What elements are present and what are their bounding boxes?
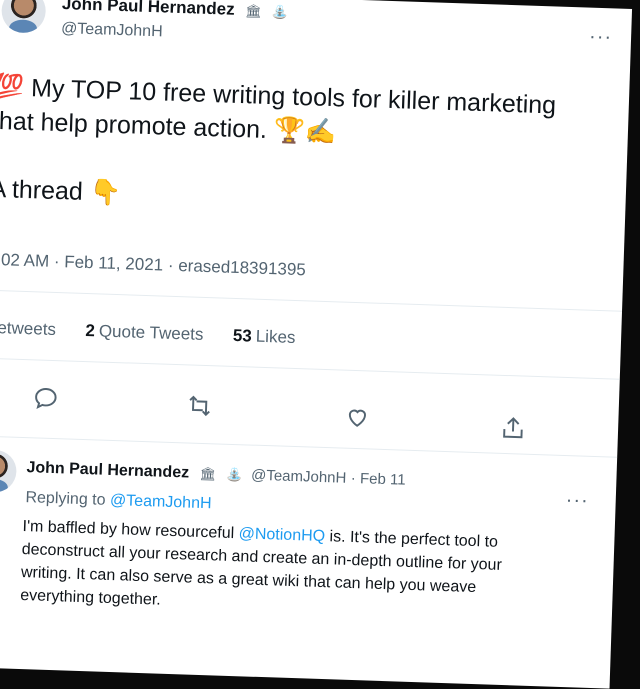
quote-label: Quote Tweets	[98, 321, 204, 344]
retweet-icon[interactable]	[186, 392, 213, 419]
like-label: Likes	[255, 326, 296, 347]
replying-to-prefix: Replying to	[25, 489, 106, 509]
tweet-stats: Retweets 2 Quote Tweets 53 Likes	[0, 318, 296, 348]
divider	[0, 357, 620, 380]
share-icon[interactable]	[500, 415, 527, 442]
tweet-screen: John Paul Hernandez 🏛 ⛲ @TeamJohnH ··· 💯…	[0, 0, 633, 689]
reply-header: John Paul Hernandez 🏛 ⛲ @TeamJohnH · Feb…	[26, 459, 406, 490]
reply-author-avatar[interactable]	[0, 449, 18, 493]
author-avatar[interactable]	[0, 0, 47, 34]
like-icon[interactable]	[344, 404, 371, 431]
tweet-body: 💯 My TOP 10 free writing tools for kille…	[0, 70, 557, 225]
quote-tweets-link[interactable]: 2 Quote Tweets	[85, 321, 208, 344]
reply-author-handle[interactable]: @TeamJohnH	[251, 467, 347, 487]
author-handle[interactable]: @TeamJohnH	[61, 20, 163, 41]
replying-to-handle[interactable]: @TeamJohnH	[110, 492, 212, 512]
reply-date[interactable]: · Feb 11	[351, 470, 406, 489]
more-options-icon[interactable]: ···	[589, 26, 613, 50]
divider	[0, 289, 623, 312]
author-name[interactable]: John Paul Hernandez	[62, 0, 235, 19]
quote-count: 2	[85, 321, 96, 341]
fountain-icon: ⛲	[271, 3, 289, 20]
tweet-timestamp[interactable]: 10:02 AM · Feb 11, 2021 · erased18391395	[0, 249, 306, 280]
bank-icon: 🏛	[199, 465, 217, 482]
replying-to: Replying to @TeamJohnH	[25, 489, 212, 513]
bank-icon: 🏛	[244, 2, 262, 19]
reply-author-name[interactable]: John Paul Hernandez	[26, 459, 189, 481]
fountain-icon: ⛲	[226, 466, 243, 483]
notion-mention-link[interactable]: @NotionHQ	[238, 525, 325, 545]
reply-body: I'm baffled by how resourceful @NotionHQ…	[20, 515, 503, 623]
reply-text-segment: is. It's the perfect tool to	[329, 528, 499, 551]
likes-link[interactable]: 53 Likes	[233, 326, 296, 347]
author-header: John Paul Hernandez 🏛 ⛲	[62, 0, 289, 22]
like-count: 53	[232, 325, 253, 346]
retweets-link[interactable]: Retweets	[0, 318, 56, 339]
reply-more-options-icon[interactable]: ···	[565, 489, 589, 513]
reply-icon[interactable]	[32, 385, 59, 412]
